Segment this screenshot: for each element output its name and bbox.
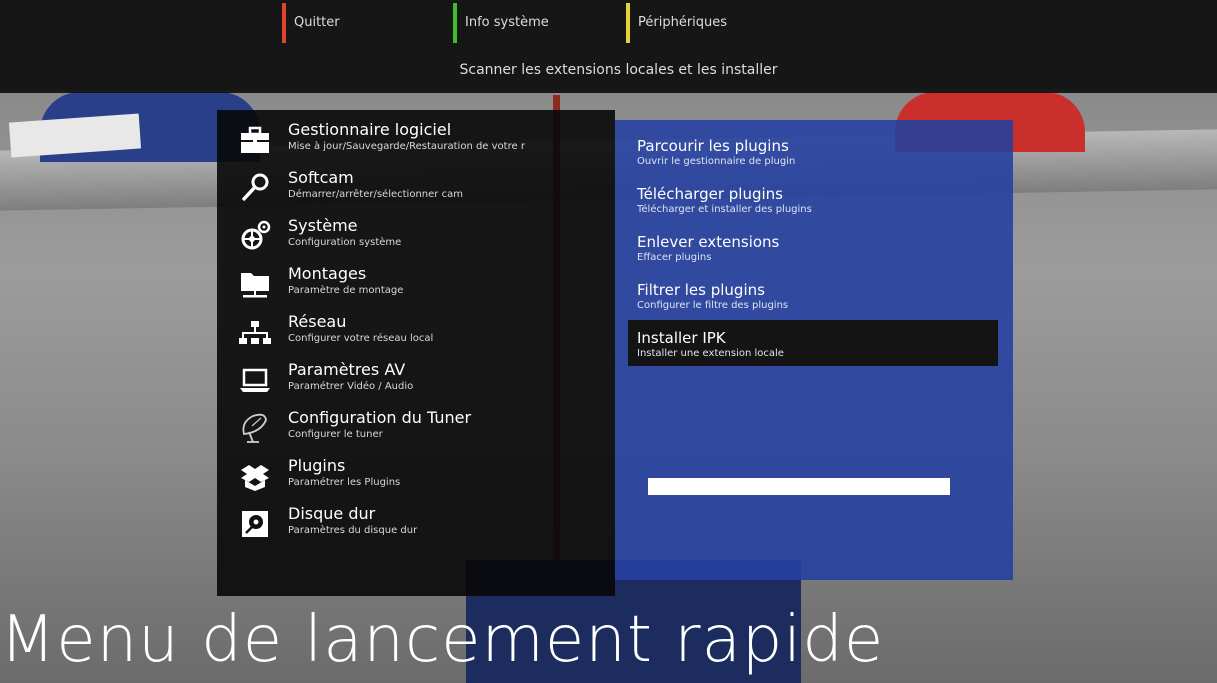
yellow-key-devices[interactable]: Périphériques <box>626 3 727 43</box>
menu-item-softcam[interactable]: Softcam Démarrer/arrêter/sélectionner ca… <box>231 168 611 214</box>
submenu-item-desc: Télécharger et installer des plugins <box>637 204 812 215</box>
page-title: Menu de lancement rapide <box>0 603 885 677</box>
laptop-icon <box>239 364 271 396</box>
menu-item-subtitle: Paramètres du disque dur <box>288 525 418 536</box>
watermark-redaction-bar <box>648 478 950 495</box>
submenu-item-title: Enlever extensions <box>637 233 780 251</box>
menu-item-mounts[interactable]: Montages Paramètre de montage <box>231 264 611 310</box>
network-icon <box>239 316 271 348</box>
satellite-dish-icon <box>239 412 271 444</box>
menu-item-network[interactable]: Réseau Configurer votre réseau local <box>231 312 611 358</box>
top-bar: Quitter Info système Périphériques Scann… <box>0 0 1217 93</box>
menu-item-title: Système <box>288 216 358 235</box>
menu-item-title: Disque dur <box>288 504 376 523</box>
key-icon <box>239 172 271 204</box>
menu-item-software-manager[interactable]: Gestionnaire logiciel Mise à jour/Sauveg… <box>231 120 611 166</box>
submenu-item-browse-plugins[interactable]: Parcourir les plugins Ouvrir le gestionn… <box>628 136 998 182</box>
menu-item-title: Softcam <box>288 168 354 187</box>
submenu-item-desc: Configurer le filtre des plugins <box>637 300 789 311</box>
menu-item-subtitle: Configurer votre réseau local <box>288 333 434 344</box>
submenu-item-desc: Installer une extension locale <box>637 348 784 359</box>
hint-text: Scanner les extensions locales et les in… <box>459 62 778 78</box>
submenu-item-install-ipk[interactable]: Installer IPK Installer une extension lo… <box>628 320 998 366</box>
submenu-item-title: Filtrer les plugins <box>637 281 765 299</box>
briefcase-icon <box>239 124 271 156</box>
menu-item-title: Configuration du Tuner <box>288 408 472 427</box>
submenu-item-desc: Ouvrir le gestionnaire de plugin <box>637 156 796 167</box>
submenu-panel: Parcourir les plugins Ouvrir le gestionn… <box>615 120 1013 580</box>
menu-item-plugins[interactable]: Plugins Paramétrer les Plugins <box>231 456 611 502</box>
menu-item-title: Réseau <box>288 312 347 331</box>
menu-item-av-settings[interactable]: Paramètres AV Paramétrer Vidéo / Audio <box>231 360 611 406</box>
menu-item-title: Gestionnaire logiciel <box>288 120 452 139</box>
submenu-item-title: Parcourir les plugins <box>637 137 789 155</box>
box-icon <box>239 460 271 492</box>
submenu-item-remove-extensions[interactable]: Enlever extensions Effacer plugins <box>628 232 998 278</box>
submenu-item-download-plugins[interactable]: Télécharger plugins Télécharger et insta… <box>628 184 998 230</box>
main-menu-panel: Gestionnaire logiciel Mise à jour/Sauveg… <box>217 110 615 596</box>
menu-item-subtitle: Démarrer/arrêter/sélectionner cam <box>288 189 463 200</box>
menu-item-subtitle: Paramètre de montage <box>288 285 404 296</box>
submenu-item-title: Télécharger plugins <box>637 185 783 203</box>
menu-item-subtitle: Configuration système <box>288 237 402 248</box>
menu-item-hard-disk[interactable]: Disque dur Paramètres du disque dur <box>231 504 611 550</box>
menu-item-subtitle: Configurer le tuner <box>288 429 383 440</box>
green-key-system-info[interactable]: Info système <box>453 3 549 43</box>
folder-network-icon <box>239 268 271 300</box>
menu-item-tuner-config[interactable]: Configuration du Tuner Configurer le tun… <box>231 408 611 454</box>
menu-item-title: Montages <box>288 264 367 283</box>
menu-item-title: Paramètres AV <box>288 360 406 379</box>
hard-disk-icon <box>239 508 271 540</box>
menu-item-title: Plugins <box>288 456 346 475</box>
menu-item-subtitle: Paramétrer Vidéo / Audio <box>288 381 414 392</box>
menu-item-system[interactable]: Système Configuration système <box>231 216 611 262</box>
menu-item-subtitle: Paramétrer les Plugins <box>288 477 401 488</box>
gears-icon <box>239 220 271 252</box>
submenu-item-desc: Effacer plugins <box>637 252 712 263</box>
red-key-quit[interactable]: Quitter <box>282 3 340 43</box>
submenu-item-title: Installer IPK <box>637 329 726 347</box>
menu-item-subtitle: Mise à jour/Sauvegarde/Restauration de v… <box>288 141 525 152</box>
